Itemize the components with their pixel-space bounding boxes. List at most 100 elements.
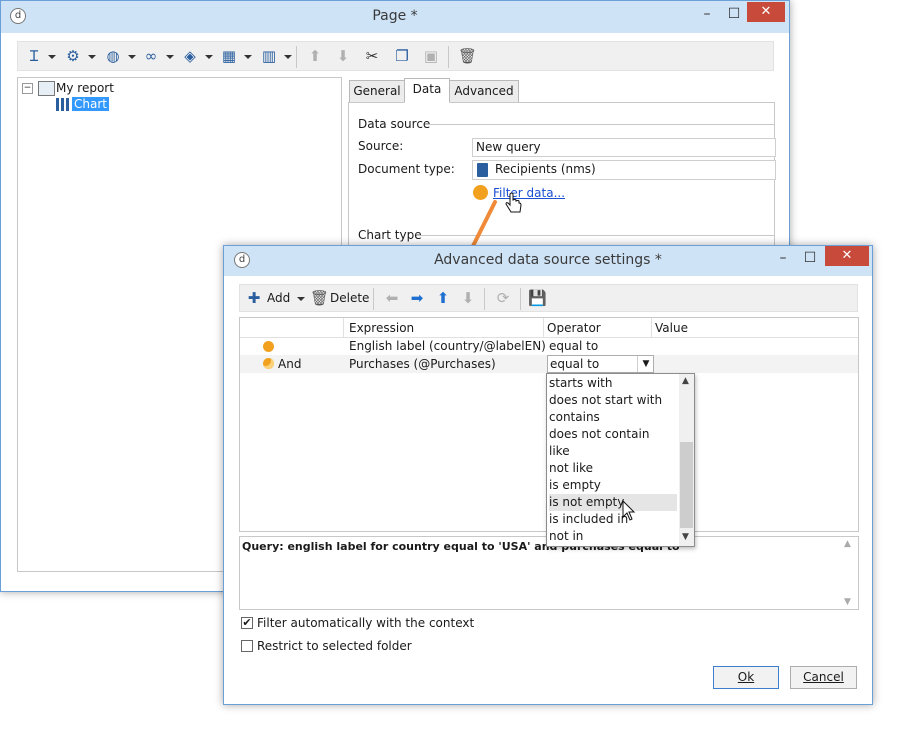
dropdown-scrollbar[interactable]: ▲ ▼	[679, 374, 694, 546]
tab-general[interactable]: General	[349, 80, 405, 103]
chevron-down-icon[interactable]	[128, 55, 136, 59]
group-divider	[425, 124, 775, 125]
add-icon[interactable]: ✚	[245, 289, 263, 307]
chevron-down-icon[interactable]	[88, 55, 96, 59]
source-field[interactable]: New query	[472, 138, 776, 157]
operator-dropdown[interactable]: starts with does not start with contains…	[546, 373, 695, 547]
scroll-up-icon[interactable]: ▲	[682, 376, 689, 386]
chevron-down-icon[interactable]	[244, 55, 252, 59]
dropdown-option-hovered[interactable]: is not empty	[549, 494, 677, 511]
toolbar-separator	[296, 46, 297, 68]
paste-icon[interactable]: ▣	[422, 47, 440, 65]
condition-and-icon	[263, 358, 274, 369]
arrow-up-icon[interactable]: ⬆	[434, 289, 452, 307]
chart-icon[interactable]: ▥	[260, 47, 278, 65]
source-label: Source:	[358, 139, 404, 153]
chevron-down-icon[interactable]	[205, 55, 213, 59]
dropdown-option[interactable]: is included in	[549, 511, 677, 528]
operator-select[interactable]: equal to ▼	[547, 355, 654, 373]
filter-context-checkbox[interactable]: ✔	[241, 617, 253, 629]
cancel-label: Cancel	[803, 670, 844, 684]
dropdown-option[interactable]: like	[549, 443, 677, 460]
arrow-left-icon[interactable]: ⬅	[383, 289, 401, 307]
restrict-folder-label: Restrict to selected folder	[257, 639, 412, 653]
ok-label: Ok	[737, 670, 755, 684]
dropdown-option[interactable]: not like	[549, 460, 677, 477]
arrow-down-icon[interactable]: ⬇	[459, 289, 477, 307]
dropdown-option[interactable]: starts with	[549, 375, 677, 392]
tree-root[interactable]: My report	[56, 81, 114, 95]
dropdown-option[interactable]: does not start with	[549, 392, 677, 409]
trash-icon[interactable]: 🗑	[310, 289, 329, 307]
restrict-folder-checkbox[interactable]	[241, 640, 253, 652]
chevron-down-icon[interactable]	[166, 55, 174, 59]
move-down-icon[interactable]: ⬇	[334, 47, 352, 65]
page-titlebar[interactable]: d Page * – ☐ ✕	[1, 1, 789, 33]
copy-icon[interactable]: ❐	[393, 47, 411, 65]
page-title: Page *	[372, 8, 418, 24]
dropdown-option[interactable]: is empty	[549, 477, 677, 494]
table-row[interactable]: English label (country/@labelEN) equal t…	[240, 338, 858, 355]
collapse-icon[interactable]: −	[22, 83, 33, 94]
operator-select-value: equal to	[550, 357, 600, 371]
arrow-right-icon[interactable]: ➡	[408, 289, 426, 307]
condition-icon	[263, 341, 274, 352]
scrollbar-thumb[interactable]	[680, 442, 693, 528]
dropdown-option[interactable]: not in	[549, 528, 677, 545]
row-operator: equal to	[549, 339, 599, 353]
report-icon	[38, 81, 55, 96]
header-operator: Operator	[547, 321, 601, 335]
tab-advanced[interactable]: Advanced	[449, 80, 519, 103]
dropdown-option[interactable]: does not contain	[549, 426, 677, 443]
mouse-pointer-icon	[622, 500, 636, 521]
move-up-icon[interactable]: ⬆	[306, 47, 324, 65]
minimize-button[interactable]: –	[770, 250, 796, 266]
document-type-label: Document type:	[358, 162, 455, 176]
header-expression: Expression	[349, 321, 415, 335]
query-textarea[interactable]: Query: english label for country equal t…	[239, 536, 859, 610]
toolbar-separator	[448, 46, 449, 68]
layers-icon[interactable]: ◈	[181, 47, 199, 65]
advanced-toolbar: ✚ Add 🗑 Delete ⬅ ➡ ⬆ ⬇ ⟳ 💾	[239, 284, 858, 312]
tree-child[interactable]: Chart	[72, 97, 109, 111]
chevron-down-icon[interactable]	[297, 297, 305, 301]
link-icon[interactable]: ∞	[142, 47, 160, 65]
chevron-down-icon[interactable]	[284, 55, 292, 59]
add-button[interactable]: Add	[267, 291, 290, 305]
document-type-field[interactable]: Recipients (nms)	[472, 160, 776, 180]
table-row[interactable]: And Purchases (@Purchases) equal to ▼	[240, 355, 858, 373]
row-expression: English label (country/@labelEN)	[349, 339, 546, 353]
maximize-button[interactable]: ☐	[797, 250, 823, 266]
toolbar-separator	[484, 288, 485, 310]
maximize-button[interactable]: ☐	[721, 6, 747, 22]
close-button[interactable]: ✕	[747, 2, 785, 22]
scroll-up-icon[interactable]: ▲	[844, 539, 851, 549]
header-value: Value	[655, 321, 688, 335]
scroll-down-icon[interactable]: ▼	[682, 532, 689, 542]
refresh-icon[interactable]: ⟳	[494, 289, 512, 307]
scroll-down-icon[interactable]: ▼	[844, 597, 851, 607]
chevron-down-icon[interactable]	[48, 55, 56, 59]
delete-button[interactable]: Delete	[330, 291, 369, 305]
save-icon[interactable]: 💾	[528, 289, 547, 307]
advanced-titlebar[interactable]: d Advanced data source settings * – ☐ ✕	[224, 246, 872, 276]
chart-node-icon	[56, 98, 70, 111]
page-toolbar: Ɪ ⚙ ◍ ∞ ◈ ▦ ▥ ⬆ ⬇ ✂ ❐ ▣ 🗑	[17, 41, 774, 71]
chart-type-label: Chart type	[358, 228, 422, 242]
cancel-button[interactable]: Cancel	[790, 666, 857, 689]
close-button[interactable]: ✕	[825, 246, 869, 266]
trash-icon[interactable]: 🗑	[458, 47, 477, 65]
minimize-button[interactable]: –	[694, 6, 720, 22]
column-divider	[343, 318, 344, 337]
document-type-value: Recipients (nms)	[495, 162, 596, 176]
dropdown-option[interactable]: contains	[549, 409, 677, 426]
chevron-down-icon: ▼	[637, 356, 654, 372]
data-source-label: Data source	[358, 117, 431, 131]
variables-icon[interactable]: ⚙	[64, 47, 82, 65]
table-icon[interactable]: ▦	[220, 47, 238, 65]
tab-data[interactable]: Data	[404, 78, 450, 103]
ok-button[interactable]: Ok	[713, 666, 779, 689]
globe-icon[interactable]: ◍	[104, 47, 122, 65]
insert-text-icon[interactable]: Ɪ	[26, 47, 42, 65]
cut-icon[interactable]: ✂	[363, 47, 381, 65]
